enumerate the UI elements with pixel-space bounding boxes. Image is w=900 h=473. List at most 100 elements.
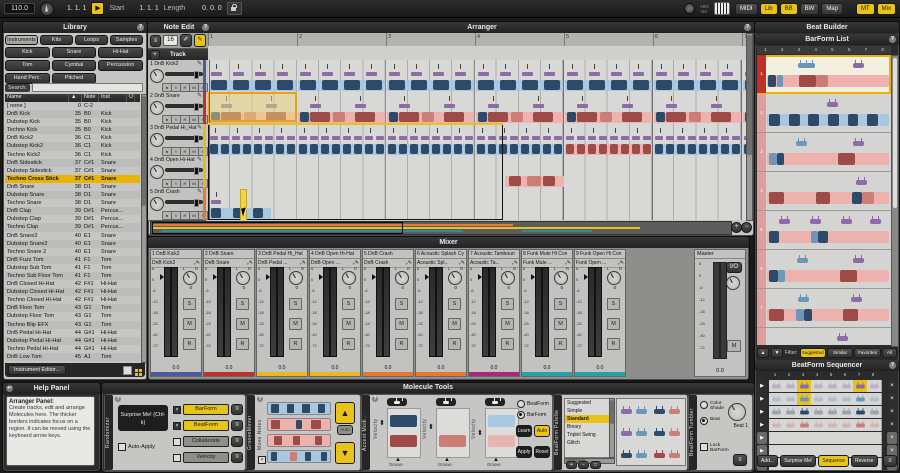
item-menu-button[interactable]: ≡ <box>231 452 243 463</box>
column-header-1[interactable]: ▲ <box>69 94 82 102</box>
note-block[interactable] <box>232 144 240 154</box>
accent-note[interactable] <box>678 72 689 76</box>
note-block[interactable] <box>588 144 596 154</box>
accent-note[interactable] <box>566 136 574 140</box>
barform-row-8[interactable]: 8 <box>757 328 891 345</box>
sequencer-cell[interactable] <box>839 419 854 431</box>
item-checkbox[interactable]: × <box>173 405 181 414</box>
grid-icon[interactable] <box>135 368 138 372</box>
table-row[interactable]: Techno Blip EFX 43 G1 Tom <box>5 320 140 329</box>
sequencer-cell[interactable] <box>811 393 826 405</box>
sequencer-cell[interactable] <box>811 419 826 431</box>
library-table-header[interactable]: Name ▲ Note Inst U <box>5 94 140 102</box>
table-row[interactable]: Techno Snare 2 40 E1 Snare <box>5 247 140 256</box>
palette-item-binary[interactable]: Binary <box>565 423 609 431</box>
solo-button[interactable]: S <box>607 298 620 310</box>
table-row[interactable]: Dubstep Floor Tom 43 G1 Tom <box>5 312 140 321</box>
accent-note[interactable] <box>666 136 674 140</box>
sequence-button[interactable]: Sequence <box>818 455 849 467</box>
accent-note[interactable] <box>621 136 629 140</box>
palette-item-simple[interactable]: Simple <box>565 407 609 415</box>
barform-list-help-icon[interactable]: ? <box>889 36 896 43</box>
accent-radio-barform[interactable]: BarForm <box>517 411 546 419</box>
row-play-button[interactable]: ▶ <box>757 393 767 405</box>
solo-button[interactable]: S <box>448 298 461 310</box>
accent-note[interactable] <box>211 200 221 204</box>
note-block[interactable] <box>621 144 629 154</box>
tumbler-radio-color-shade[interactable]: Color Shade <box>700 401 730 411</box>
note-block[interactable] <box>732 144 740 154</box>
accent-note[interactable] <box>721 136 729 140</box>
table-row[interactable]: DnB Snare 38 D1 Snare <box>5 182 140 192</box>
accent-note[interactable] <box>544 72 555 76</box>
note-block[interactable] <box>333 112 345 122</box>
note-block[interactable] <box>722 80 738 90</box>
track-knob[interactable] <box>150 133 164 147</box>
accent-note[interactable] <box>454 136 462 140</box>
accent-note[interactable] <box>421 136 429 140</box>
note-block[interactable] <box>389 80 405 90</box>
slider-thumb[interactable] <box>194 135 199 143</box>
mode-button-mt[interactable]: MT <box>855 2 875 15</box>
track-volume-slider[interactable] <box>165 103 203 111</box>
palette-edit-button[interactable]: □ <box>590 461 601 469</box>
note-block[interactable] <box>566 144 574 154</box>
help-titlebar[interactable]: ↩ Help Panel <box>3 383 100 394</box>
table-row[interactable]: Dubstep Pedal Hi-Hat 44 G#1 Hi-Hat <box>5 336 140 345</box>
note-block[interactable] <box>688 144 696 154</box>
table-row[interactable]: Dubstep Sidestick 37 C#1 Snare <box>5 166 140 175</box>
note-block[interactable] <box>455 80 471 90</box>
track-header-1[interactable]: 1 DnB Kick2✎●≡RMS <box>148 60 208 93</box>
accent-note[interactable] <box>666 104 677 108</box>
note-block[interactable] <box>366 80 382 90</box>
pan-knob[interactable] <box>395 271 409 285</box>
table-row[interactable]: Dubstep Clap 39 D#1 Percus... <box>5 215 140 224</box>
accent-note[interactable] <box>221 136 229 140</box>
filter-favorites[interactable]: Favorites <box>854 347 881 358</box>
table-row[interactable]: DnB Pedal Hi-Hat 44 G#1 Hi-Hat <box>5 328 140 337</box>
column-header-2[interactable]: Note <box>82 94 99 102</box>
category-percussion[interactable]: Percussion <box>98 60 143 71</box>
note-block[interactable] <box>300 80 316 90</box>
note-block[interactable] <box>643 144 651 154</box>
note-block[interactable] <box>543 144 551 154</box>
length-display[interactable]: 1. 1. 1 <box>139 5 158 12</box>
sequencer-cell[interactable] <box>867 419 882 431</box>
sequencer-cell[interactable] <box>783 419 798 431</box>
arranger-vscrollbar[interactable] <box>746 33 753 221</box>
track-lane-3[interactable] <box>208 124 746 157</box>
accent-note[interactable] <box>265 136 273 140</box>
metronome-button[interactable] <box>40 1 54 16</box>
sequencer-cell[interactable] <box>839 432 854 444</box>
mute-button[interactable]: M <box>183 318 196 330</box>
sequencer-cell[interactable] <box>769 380 784 392</box>
groove-auto-button[interactable]: Auto <box>337 425 353 435</box>
playhead-marker-button[interactable]: ▶ <box>91 2 105 15</box>
pan-knob[interactable] <box>554 271 568 285</box>
row-delete-button[interactable]: × <box>887 393 897 405</box>
note-block[interactable] <box>655 144 663 154</box>
note-block[interactable] <box>689 112 701 122</box>
track-header-2[interactable]: 2 DnB Snare✎●≡RMS <box>148 92 208 125</box>
row-delete-button[interactable]: × <box>887 419 897 431</box>
sequencer-cell[interactable] <box>853 406 868 418</box>
track-edit-icon[interactable]: ✎ <box>197 156 202 163</box>
accent-note[interactable] <box>611 72 622 76</box>
accent-note[interactable] <box>354 136 362 140</box>
mute-button[interactable]: M <box>607 318 620 330</box>
table-row[interactable]: DnB Fuzz Tom 41 F1 Tom <box>5 255 140 264</box>
note-block[interactable] <box>299 144 307 154</box>
accent-note[interactable] <box>376 136 384 140</box>
search-input[interactable] <box>31 83 143 92</box>
note-block[interactable] <box>577 112 597 122</box>
sequencer-cell[interactable] <box>825 380 840 392</box>
note-block[interactable] <box>677 144 685 154</box>
note-block[interactable] <box>511 112 523 122</box>
accent-note[interactable] <box>211 72 222 76</box>
note-block[interactable] <box>243 144 251 154</box>
pan-knob[interactable] <box>607 271 621 285</box>
table-row[interactable]: Techno Kick 35 B0 Kick <box>5 126 140 135</box>
note-block[interactable] <box>477 144 485 154</box>
detach-icon[interactable] <box>123 365 132 375</box>
item-menu-button[interactable]: ≡ <box>231 404 243 415</box>
